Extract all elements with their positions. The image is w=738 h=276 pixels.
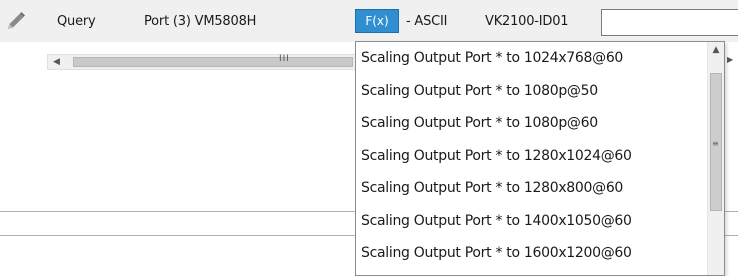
vertical-scrollbar[interactable]: ▲ ≡ <box>707 42 724 275</box>
pencil-icon[interactable] <box>4 9 28 33</box>
dropdown-option[interactable]: Scaling Output Port * to 1080p@50 <box>356 75 706 108</box>
dropdown-option[interactable]: Scaling Output Port * to 1400x1050@60 <box>356 205 706 238</box>
function-button[interactable]: F(x) <box>355 9 399 33</box>
dropdown-option[interactable]: Scaling Output Port * to 1080p@60 <box>356 107 706 140</box>
query-label: Query <box>57 14 96 29</box>
scrollbar-grip-icon: III <box>279 54 290 64</box>
horizontal-scrollbar[interactable]: ◀ III <box>47 54 357 70</box>
dropdown-option[interactable]: Scaling Output Port * to 1600x1200@60 <box>356 237 706 270</box>
command-input[interactable] <box>601 9 738 36</box>
device-label: VK2100-ID01 <box>485 14 569 29</box>
scroll-right-arrow-icon[interactable]: ▶ <box>727 55 733 64</box>
port-label: Port (3) VM5808H <box>144 14 257 29</box>
command-row: Query Port (3) VM5808H F(x) - ASCII VK21… <box>0 0 738 42</box>
scrollbar-grip-icon: ≡ <box>712 139 719 148</box>
dropdown-option[interactable]: Scaling Output Port * to 1024x768@60 <box>356 42 706 75</box>
scroll-left-arrow-icon[interactable]: ◀ <box>48 55 65 69</box>
command-dropdown[interactable]: Scaling Output Port * to 1024x768@60 Sca… <box>355 41 725 276</box>
dropdown-option[interactable]: Scaling Output Port * to 1280x800@60 <box>356 172 706 205</box>
dropdown-list: Scaling Output Port * to 1024x768@60 Sca… <box>356 42 706 270</box>
scrollbar-thumb[interactable]: III <box>73 54 353 67</box>
protocol-label: - ASCII <box>406 14 448 29</box>
scroll-up-arrow-icon[interactable]: ▲ <box>708 42 724 58</box>
dropdown-option[interactable]: Scaling Output Port * to 1280x1024@60 <box>356 140 706 173</box>
